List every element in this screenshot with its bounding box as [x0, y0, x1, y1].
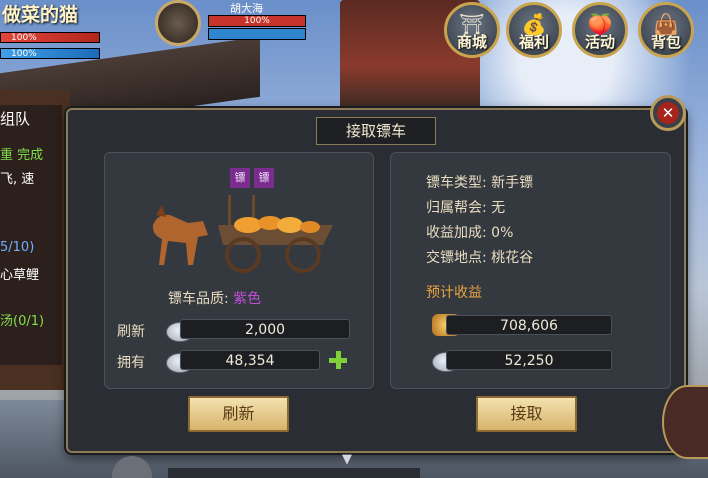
owned-label: 拥有	[117, 355, 145, 371]
cart-bonus: 收益加成: 0%	[426, 222, 513, 242]
escort-cart-image	[152, 195, 333, 273]
quest-line[interactable]: 飞, 速	[0, 168, 34, 187]
player-mp-bar: 100%	[0, 48, 100, 59]
reward-silver: 52,250	[446, 350, 612, 370]
reward-gold: 708,606	[446, 315, 612, 335]
info-key: 交镖地点:	[426, 250, 487, 266]
chat-bar[interactable]	[168, 468, 420, 478]
dialog-title: 接取镖车	[316, 117, 436, 145]
event-icon: 🍑	[587, 12, 613, 36]
refresh-cost-value: 2,000	[180, 319, 350, 339]
shop-icon: ⛩	[459, 12, 485, 36]
target-mp-bar	[208, 28, 306, 40]
cart-quality: 镖车品质: 紫色	[168, 288, 261, 308]
close-button[interactable]: ✕	[650, 95, 686, 131]
close-icon: ✕	[657, 102, 679, 124]
quality-label: 镖车品质:	[168, 291, 229, 307]
info-key: 镖车类型:	[426, 175, 487, 191]
accept-button[interactable]: 接取	[476, 396, 577, 432]
cart-destination: 交镖地点: 桃花谷	[426, 247, 533, 267]
cart-flag: 镖	[254, 168, 274, 188]
welfare-button[interactable]: 💰 福利	[506, 2, 562, 58]
target-avatar[interactable]	[155, 0, 201, 46]
bag-icon: 👜	[653, 12, 679, 36]
info-value: 桃花谷	[491, 250, 534, 266]
cart-guild: 归属帮会: 无	[426, 197, 505, 217]
info-value: 新手镖	[491, 175, 534, 191]
team-tab[interactable]: 组队	[0, 108, 30, 129]
target-name: 胡大海	[230, 2, 263, 15]
chevron-down-icon[interactable]: ▼	[342, 452, 352, 467]
player-name: 做菜的猫	[2, 4, 79, 26]
info-key: 收益加成:	[426, 225, 487, 241]
info-value: 无	[491, 200, 506, 216]
estimated-income-label: 预计收益	[426, 285, 482, 301]
player-hp-bar: 100%	[0, 32, 100, 43]
cart-type: 镖车类型: 新手镖	[426, 172, 533, 192]
quest-line[interactable]: 重 完成	[0, 144, 43, 163]
refresh-cost-label: 刷新	[117, 324, 145, 340]
quality-value: 紫色	[233, 291, 262, 307]
info-key: 归属帮会:	[426, 200, 487, 216]
quest-line[interactable]: 心草鲤	[0, 264, 39, 283]
quest-line[interactable]: 5/10)	[0, 240, 34, 255]
cart-flag: 镖	[230, 168, 250, 188]
event-button[interactable]: 🍑 活动	[572, 2, 628, 58]
shop-button[interactable]: ⛩ 商城	[444, 2, 500, 58]
skill-button[interactable]	[662, 385, 708, 459]
bag-button[interactable]: 👜 背包	[638, 2, 694, 58]
owned-amount: 48,354	[180, 350, 320, 370]
target-hp-bar: 100%	[208, 15, 306, 27]
quest-line[interactable]: 汤(0/1)	[0, 310, 44, 329]
refresh-button[interactable]: 刷新	[188, 396, 289, 432]
gift-icon: 💰	[521, 12, 547, 36]
info-value: 0%	[491, 225, 514, 241]
add-currency-icon[interactable]	[327, 349, 349, 371]
